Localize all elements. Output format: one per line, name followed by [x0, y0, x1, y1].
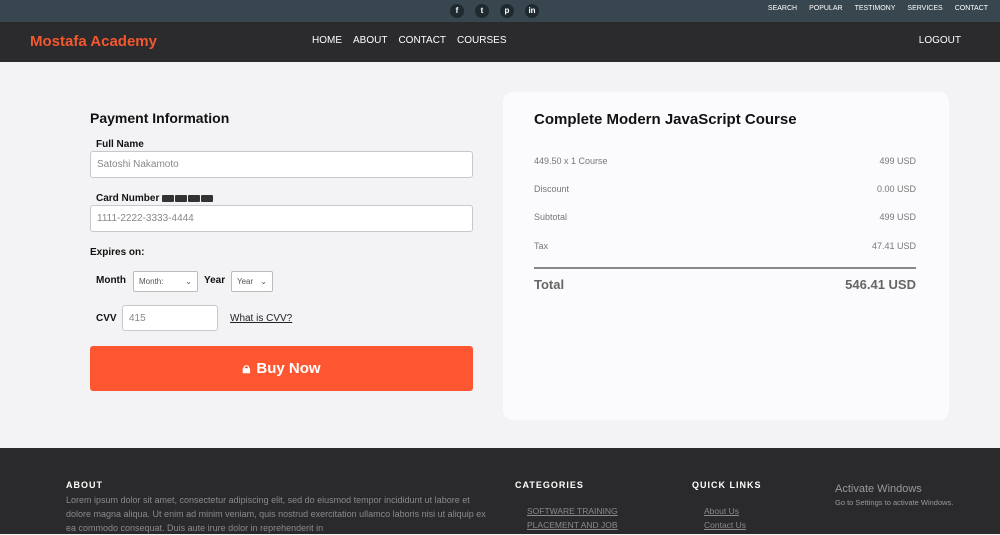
top-link-popular[interactable]: POPULAR: [809, 5, 842, 12]
full-name-input[interactable]: Satoshi Nakamoto: [90, 151, 473, 178]
full-name-label: Full Name: [96, 139, 144, 150]
row-label: 449.50 x 1 Course: [534, 156, 608, 166]
row-label: Tax: [534, 241, 549, 251]
card-number-input[interactable]: 1111-2222-3333-4444: [90, 205, 473, 232]
logout-link[interactable]: LOGOUT: [919, 35, 961, 46]
activate-windows-title: Activate Windows: [835, 483, 922, 495]
nav-about[interactable]: ABOUT: [353, 35, 387, 46]
month-select-value: Month:: [139, 277, 164, 286]
quick-link[interactable]: Contact Us: [704, 520, 746, 530]
buy-now-label: Buy Now: [256, 360, 321, 377]
course-title: Complete Modern JavaScript Course: [534, 111, 797, 128]
chevron-down-icon: ⌄: [260, 277, 267, 286]
cvv-label: CVV: [96, 313, 117, 324]
summary-row: Tax 47.41 USD: [534, 241, 916, 251]
year-select-value: Year: [237, 277, 254, 286]
footer-about-text: Lorem ipsum dolor sit amet, consectetur …: [66, 495, 486, 533]
top-link-services[interactable]: SERVICES: [907, 5, 942, 12]
row-value: 0.00 USD: [876, 184, 916, 194]
summary-row: 449.50 x 1 Course 499 USD: [534, 156, 916, 166]
year-label: Year: [204, 275, 226, 286]
quick-link[interactable]: About Us: [704, 506, 739, 516]
footer-categories-title: CATEGORIES: [515, 480, 584, 490]
category-link[interactable]: PLACEMENT AND JOB: [527, 520, 618, 530]
total-value: 546.41 USD: [845, 277, 916, 292]
lock-icon: 🔒︎: [242, 360, 251, 377]
top-link-testimony[interactable]: TESTIMONY: [855, 5, 896, 12]
footer: ABOUT Lorem ipsum dolor sit amet, consec…: [0, 448, 1000, 534]
card-number-label-text: Card Number: [96, 193, 160, 204]
footer-about-title: ABOUT: [66, 480, 103, 490]
row-value: 47.41 USD: [871, 241, 916, 251]
navbar: Mostafa Academy HOME ABOUT CONTACT COURS…: [0, 22, 1000, 62]
card-number-label: Card Number: [96, 193, 214, 204]
summary-row: Subtotal 499 USD: [534, 212, 916, 222]
expires-label: Expires on:: [90, 247, 145, 258]
chevron-down-icon: ⌄: [185, 277, 192, 286]
order-summary: Complete Modern JavaScript Course 449.50…: [503, 92, 949, 420]
year-select[interactable]: Year ⌄: [231, 271, 273, 292]
month-label: Month: [96, 275, 126, 286]
row-label: Discount: [534, 184, 570, 194]
row-value: 499 USD: [879, 156, 916, 166]
footer-quick-links-title: QUICK LINKS: [692, 480, 762, 490]
nav-courses[interactable]: COURSES: [457, 35, 506, 46]
pinterest-icon[interactable]: p: [500, 4, 514, 18]
top-link-contact[interactable]: CONTACT: [955, 5, 988, 12]
total-label: Total: [534, 277, 565, 292]
payment-form: Payment Information Full Name Satoshi Na…: [90, 110, 473, 391]
nav-home[interactable]: HOME: [312, 35, 342, 46]
row-value: 499 USD: [879, 212, 916, 222]
total-row: Total 546.41 USD: [534, 267, 916, 292]
month-select[interactable]: Month: ⌄: [133, 271, 198, 292]
activate-windows-subtitle: Go to Settings to activate Windows.: [835, 498, 954, 507]
buy-now-button[interactable]: 🔒︎ Buy Now: [90, 346, 473, 391]
row-label: Subtotal: [534, 212, 568, 222]
linkedin-icon[interactable]: in: [525, 4, 539, 18]
card-brands-icon: [162, 194, 214, 202]
brand-logo[interactable]: Mostafa Academy: [30, 33, 157, 50]
summary-row: Discount 0.00 USD: [534, 184, 916, 194]
nav-contact[interactable]: CONTACT: [398, 35, 446, 46]
category-link[interactable]: SOFTWARE TRAINING: [527, 506, 618, 516]
payment-title: Payment Information: [90, 110, 230, 126]
cvv-input[interactable]: 415: [122, 305, 218, 331]
facebook-icon[interactable]: f: [450, 4, 464, 18]
what-is-cvv-link[interactable]: What is CVV?: [230, 313, 292, 324]
top-link-search[interactable]: SEARCH: [768, 5, 797, 12]
top-bar: f t p in SEARCH POPULAR TESTIMONY SERVIC…: [0, 0, 1000, 22]
twitter-icon[interactable]: t: [475, 4, 489, 18]
